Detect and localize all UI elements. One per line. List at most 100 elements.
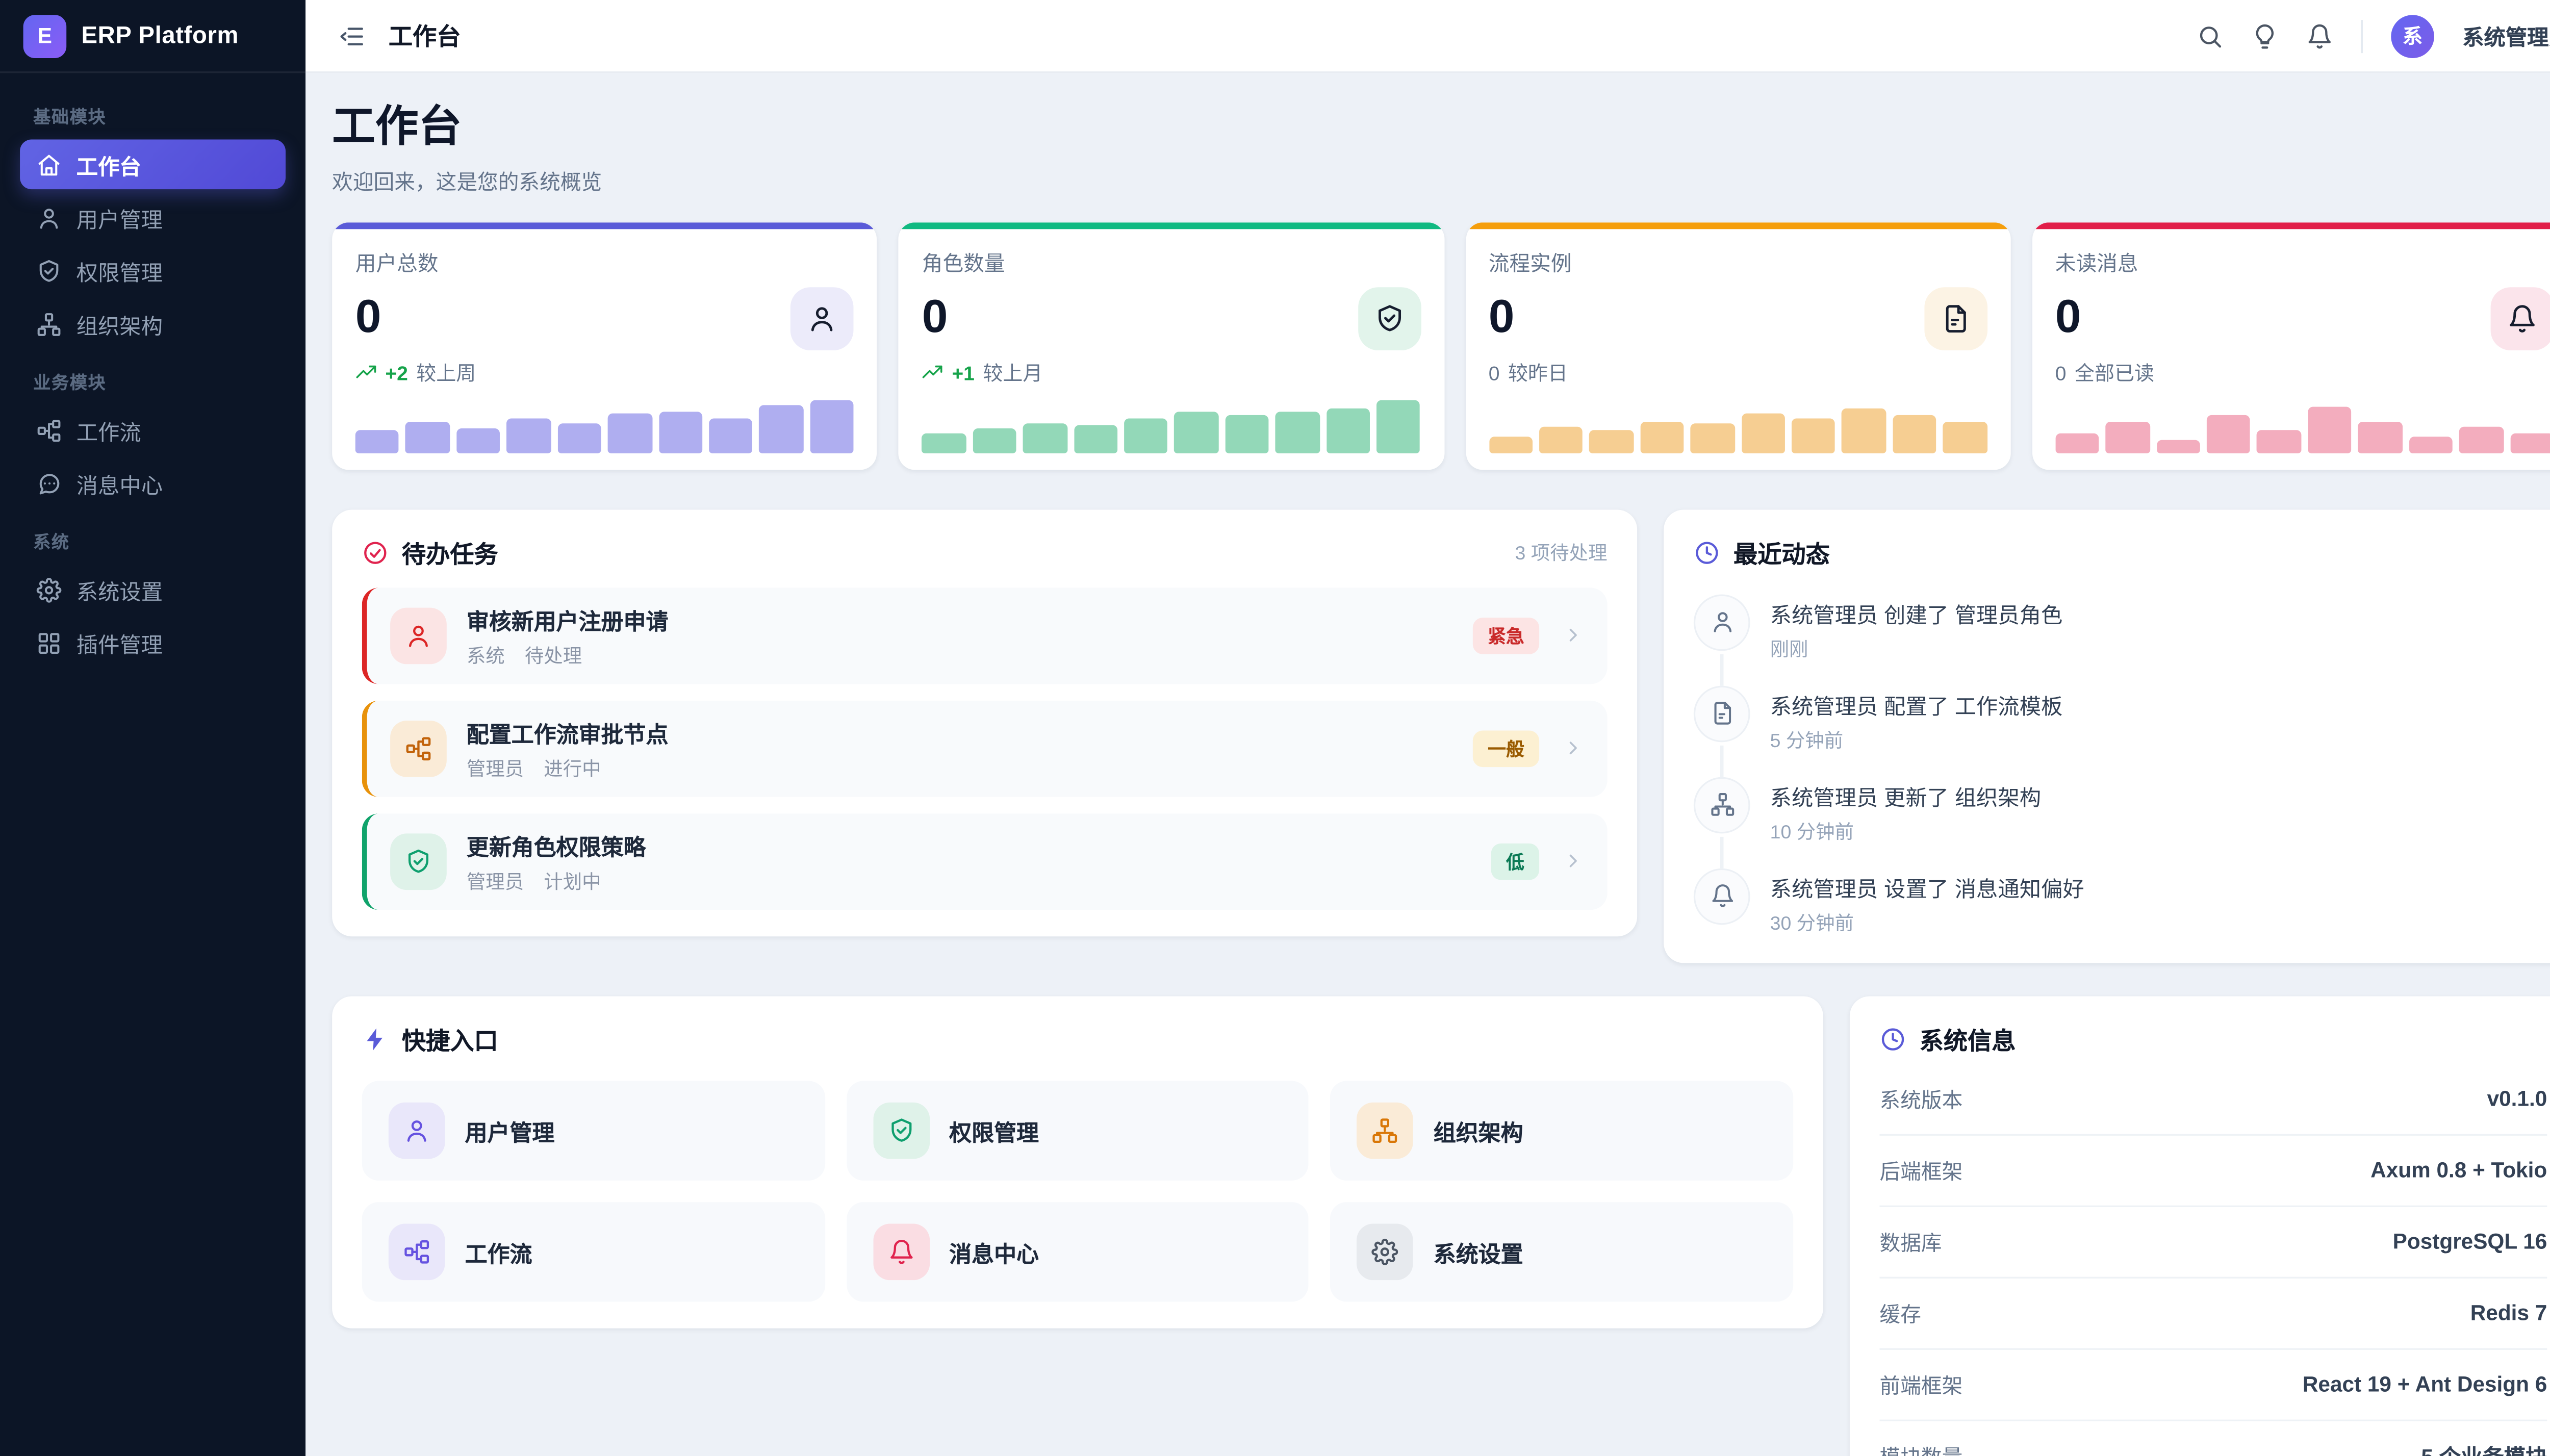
sidebar-item-messages[interactable]: 消息中心 (20, 458, 286, 508)
nav-section-label: 业务模块 (33, 373, 107, 394)
spark-bar (2156, 441, 2200, 453)
todo-tasks-card: 待办任务 3 项待处理 审核新用户注册申请 系统 待处理 紧急 配置工作流审批节… (332, 509, 1638, 936)
search-icon[interactable] (2197, 22, 2223, 49)
accent-bar (899, 222, 1444, 229)
quick-link-users[interactable]: 用户管理 (362, 1081, 825, 1181)
sysinfo-value: PostgreSQL 16 (2392, 1229, 2547, 1255)
stat-trend: +2 较上周 (355, 362, 854, 386)
quick-links-grid: 用户管理 权限管理 组织架构 工作流 消息中心 系统设置 (362, 1081, 1794, 1302)
shield-check-icon (390, 833, 447, 890)
spark-bar (1488, 436, 1533, 453)
activity-timeline: 系统管理员 创建了 管理员角色 刚刚 系统管理员 配置了 工作流模板 5 分钟前 (1693, 594, 2547, 936)
card-title: 快捷入口 (401, 1029, 498, 1056)
activity-text: 系统管理员 创建了 管理员角色 (1770, 602, 2063, 628)
bell-icon (1693, 868, 1750, 925)
task-row[interactable]: 更新角色权限策略 管理员 计划中 低 (362, 813, 1608, 910)
page-subtitle: 欢迎回来，这是您的系统概览 (332, 170, 602, 194)
stat-cards: 用户总数 0 +2 较上周 角色数量 0 +1 较上月 流程实例 0 0 较昨日… (332, 222, 2550, 470)
quick-link-permissions[interactable]: 权限管理 (846, 1081, 1309, 1181)
accent-bar (2032, 222, 2550, 229)
org-chart-icon (1693, 777, 1750, 834)
sidebar-item-workflow[interactable]: 工作流 (20, 405, 286, 455)
sysinfo-label: 缓存 (1879, 1304, 1921, 1327)
spark-bar (2510, 433, 2550, 453)
quick-link-label: 用户管理 (465, 1120, 555, 1146)
task-status: 进行中 (544, 760, 601, 780)
spark-bar (456, 427, 500, 453)
sidebar-item-label: 用户管理 (76, 207, 163, 232)
stat-card-process-instances: 流程实例 0 0 较昨日 (1465, 222, 2010, 470)
spark-bar (1640, 421, 1684, 453)
spark-bar (607, 413, 652, 453)
stat-value: 0 (355, 291, 381, 343)
app-logo: E (23, 14, 67, 58)
sidebar-item-label: 组织架构 (76, 313, 163, 338)
spark-bar (1276, 411, 1320, 453)
spark-bar (1376, 400, 1421, 453)
task-title: 审核新用户注册申请 (466, 609, 669, 634)
sysinfo-value: 5 个业务模块 (2421, 1440, 2547, 1456)
sidebar-item-workbench[interactable]: 工作台 (20, 139, 286, 190)
spark-bar (2206, 415, 2251, 453)
main-content: 工作台 欢迎回来，这是您的系统概览 用户总数 0 +2 较上周 角色数量 0 +… (305, 73, 2550, 1456)
quick-link-workflow[interactable]: 工作流 (362, 1202, 825, 1302)
sparkline-bars (1488, 397, 1987, 453)
erp-dashboard: E ERP Platform 基础模块 工作台 用户管理 权限管理 组织架构 业… (0, 0, 2550, 1456)
task-source: 系统 (466, 647, 505, 668)
user-icon (37, 205, 62, 230)
sidebar-item-label: 插件管理 (76, 631, 163, 657)
menu-fold-icon[interactable] (339, 22, 365, 49)
task-title: 更新角色权限策略 (466, 835, 646, 860)
spark-bar (1023, 423, 1067, 453)
recent-activity-card: 最近动态 系统管理员 创建了 管理员角色 刚刚 系统管理员 配置了 工作流模板 (1664, 509, 2550, 963)
spark-bar (759, 405, 804, 453)
card-title: 待办任务 (401, 543, 498, 570)
spark-bar (2105, 422, 2150, 453)
spark-bar (1741, 413, 1786, 453)
priority-badge: 一般 (1472, 730, 1540, 767)
sparkline-bars (355, 397, 854, 453)
user-name[interactable]: 系统管理员 (2462, 20, 2550, 52)
task-row[interactable]: 配置工作流审批节点 管理员 进行中 一般 (362, 700, 1608, 797)
spark-bar (972, 427, 1016, 453)
spark-bar (2459, 426, 2504, 453)
sidebar-item-label: 消息中心 (76, 472, 163, 498)
activity-item: 系统管理员 配置了 工作流模板 5 分钟前 (1693, 685, 2547, 777)
bell-icon (2490, 287, 2550, 350)
org-chart-icon (1357, 1102, 1414, 1159)
stat-label: 用户总数 (355, 252, 439, 276)
sidebar-item-organization[interactable]: 组织架构 (20, 299, 286, 349)
user-icon (790, 287, 854, 350)
task-row[interactable]: 审核新用户注册申请 系统 待处理 紧急 (362, 587, 1608, 684)
trend-value: 0 (2055, 362, 2067, 385)
sidebar-item-users[interactable]: 用户管理 (20, 193, 286, 243)
sidebar-item-plugins[interactable]: 插件管理 (20, 618, 286, 668)
sysinfo-value: React 19 + Ant Design 6 (2302, 1372, 2547, 1397)
sidebar-item-label: 系统设置 (76, 578, 163, 604)
trend-label: 较上周 (416, 363, 476, 386)
spark-bar (2257, 429, 2301, 453)
chevron-right-icon (1563, 738, 1584, 759)
task-status: 计划中 (544, 873, 601, 893)
system-info-card: 系统信息 系统版本 v0.1.0 后端框架 Axum 0.8 + Tokio 数… (1849, 996, 2550, 1456)
activity-time: 5 分钟前 (1770, 732, 1844, 752)
notification-bell-icon[interactable] (2306, 22, 2333, 49)
spark-bar (1690, 423, 1735, 453)
quick-link-messages[interactable]: 消息中心 (846, 1202, 1309, 1302)
sysinfo-label: 前端框架 (1879, 1375, 1963, 1399)
stat-label: 流程实例 (1488, 252, 1572, 276)
activity-time: 10 分钟前 (1770, 823, 1854, 844)
spark-bar (1073, 425, 1117, 453)
quick-link-settings[interactable]: 系统设置 (1330, 1202, 1794, 1302)
activity-item: 系统管理员 创建了 管理员角色 刚刚 (1693, 594, 2547, 686)
quick-link-organization[interactable]: 组织架构 (1330, 1081, 1794, 1181)
avatar[interactable]: 系 (2391, 14, 2434, 58)
brand-name: ERP Platform (81, 22, 239, 49)
sidebar-item-permissions[interactable]: 权限管理 (20, 246, 286, 296)
trending-up-icon (922, 363, 944, 384)
trend-label: 全部已读 (2074, 363, 2155, 386)
spark-bar (2409, 437, 2453, 453)
sysinfo-label: 数据库 (1879, 1233, 1942, 1256)
sidebar-item-settings[interactable]: 系统设置 (20, 565, 286, 615)
theme-bulb-icon[interactable] (2252, 22, 2278, 49)
